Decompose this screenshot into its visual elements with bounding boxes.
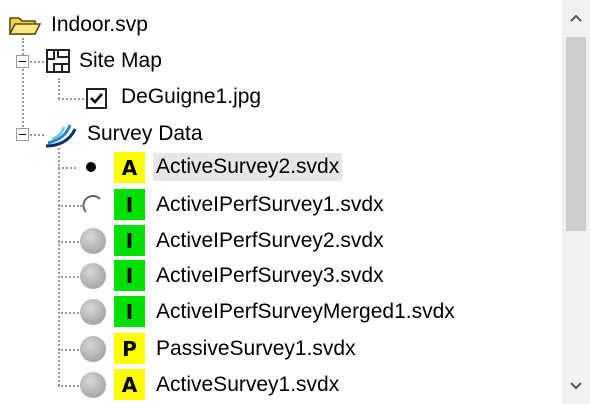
folder-icon [8, 12, 42, 38]
survey-item-label: ActiveIPerfSurvey1.svdx [156, 193, 384, 216]
survey-badge-i: I [114, 189, 145, 220]
tree-line [30, 134, 44, 136]
survey-radio-disabled [80, 372, 106, 398]
survey-wave-icon [44, 119, 78, 149]
tree-node-survey-data[interactable]: Survey Data [44, 117, 206, 151]
scrollbar-thumb[interactable] [566, 37, 586, 231]
root-label: Indoor.svp [51, 13, 148, 36]
tree-line [58, 349, 82, 351]
collapse-survey-data-button[interactable] [16, 128, 29, 141]
tree-line [58, 385, 82, 387]
survey-radio-disabled [80, 336, 106, 362]
floorplan-icon [44, 47, 72, 75]
survey-item-label: ActiveSurvey2.svdx [153, 153, 343, 181]
survey-radio-disabled [80, 263, 106, 289]
survey-item-label: ActiveIPerfSurvey3.svdx [156, 264, 384, 287]
deguigne-checkbox[interactable] [86, 88, 107, 109]
survey-item-active-survey-1[interactable]: ActiveSurvey1.svdx [153, 368, 342, 402]
collapse-site-map-button[interactable] [16, 55, 29, 68]
site-map-image-label: DeGuigne1.jpg [121, 85, 262, 108]
scroll-up-button[interactable] [562, 0, 590, 36]
vertical-scrollbar[interactable] [562, 0, 590, 404]
survey-data-label: Survey Data [87, 122, 203, 145]
survey-badge-a: A [114, 152, 145, 183]
tree-node-site-map[interactable]: Site Map [44, 44, 165, 78]
survey-item-label: ActiveIPerfSurvey2.svdx [156, 229, 384, 252]
chevron-down-icon [570, 382, 582, 390]
site-map-label: Site Map [79, 49, 162, 72]
survey-item-iperf-3[interactable]: ActiveIPerfSurvey3.svdx [153, 259, 387, 293]
tree-line [58, 78, 60, 99]
chevron-up-icon [570, 14, 582, 22]
survey-item-iperf-1[interactable]: ActiveIPerfSurvey1.svdx [153, 188, 387, 222]
survey-item-iperf-merged[interactable]: ActiveIPerfSurveyMerged1.svdx [153, 295, 458, 329]
tree-line [30, 61, 44, 63]
scroll-down-button[interactable] [562, 368, 590, 404]
survey-radio-unselected[interactable] [80, 192, 106, 218]
tree-node-root[interactable]: Indoor.svp [8, 8, 151, 42]
tree-line [58, 167, 80, 169]
tree-line [58, 241, 82, 243]
tree-line [58, 312, 82, 314]
survey-radio-selected[interactable] [78, 154, 104, 180]
tree-line [58, 98, 84, 100]
survey-radio-disabled [80, 299, 106, 325]
tree-line [22, 38, 24, 134]
tree-line [58, 205, 82, 207]
survey-badge-i: I [114, 225, 145, 256]
tree-node-site-map-image[interactable]: DeGuigne1.jpg [118, 80, 264, 114]
survey-item-iperf-2[interactable]: ActiveIPerfSurvey2.svdx [153, 224, 387, 258]
tree-line [58, 276, 82, 278]
survey-item-passive-1[interactable]: PassiveSurvey1.svdx [153, 332, 359, 366]
survey-item-label: ActiveIPerfSurveyMerged1.svdx [156, 300, 455, 323]
survey-item-label: PassiveSurvey1.svdx [156, 337, 356, 360]
survey-item-active-survey-2[interactable]: ActiveSurvey2.svdx [153, 150, 343, 184]
checkmark-icon [90, 93, 103, 104]
survey-badge-i: I [114, 296, 145, 327]
survey-item-label: ActiveSurvey1.svdx [156, 373, 340, 396]
project-tree[interactable]: Indoor.svp Site Map DeGuigne1.jpg Survey… [0, 0, 562, 404]
survey-badge-i: I [114, 260, 145, 291]
survey-radio-disabled [80, 228, 106, 254]
survey-badge-p: P [114, 333, 145, 364]
survey-badge-a: A [114, 369, 145, 400]
